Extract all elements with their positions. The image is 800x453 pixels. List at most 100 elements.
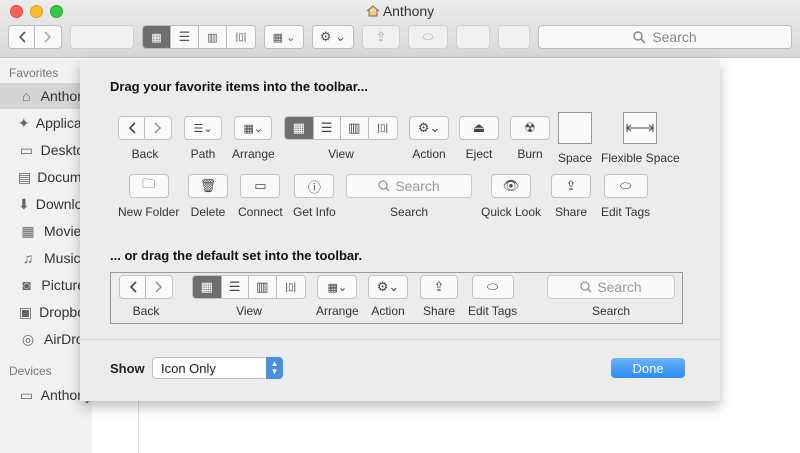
action-button[interactable]: ⚙ ⌄ [312,25,354,49]
sidebar-item-anthony[interactable]: ⌂ Anthony [0,83,92,109]
palette-space[interactable]: Space [558,112,592,165]
icon-view-button[interactable]: ▦ [143,26,171,48]
palette-burn[interactable]: ☢ Burn [510,116,550,161]
palette-action[interactable]: ⚙⌄ Action [409,116,449,161]
window-title: Anthony [0,3,800,19]
arrange-icon: ▦⌄ [234,116,273,140]
sidebar-item-pictures[interactable]: ◙ Pictures [0,272,92,298]
search-icon [633,30,646,44]
sidebar: Favorites ⌂Anthony ✦Applications ▭Deskto… [0,59,92,453]
film-icon: ▦ [21,222,35,239]
customize-toolbar-sheet: Drag your favorite items into the toolba… [80,59,720,401]
search-icon [580,281,592,293]
palette-path[interactable]: ☰⌄ Path [184,116,222,161]
edit-tags-button[interactable]: ⬭ [408,25,448,49]
back-forward-control[interactable] [8,25,62,49]
list-icon: ☰ [222,276,250,298]
share-icon: ⇪ [375,29,387,44]
palette-get-info[interactable]: ⓘ Get Info [293,174,336,219]
chevron-left-icon [119,117,146,139]
sidebar-item-movies[interactable]: ▦ Movies [0,218,92,244]
share-icon: ⇪ [551,174,591,198]
eject-icon: ⏏ [459,116,499,140]
view-segmented-control[interactable]: ▦ ☰ ▥ |▯| [142,25,256,49]
gear-icon: ⚙⌄ [409,116,449,140]
default-action: ⚙⌄ Action [368,275,408,318]
default-toolbar-set[interactable]: Back ▦ ☰ ▥ |▯| View ▦⌄ Arrange ⚙⌄ Action… [110,272,683,324]
palette-flexible-space[interactable]: Flexible Space [601,112,680,165]
chevron-up-down-icon: ▲ ▼ [266,357,283,379]
done-button[interactable]: Done [611,358,685,378]
palette-view[interactable]: ▦ ☰ ▥ |▯| View [284,116,398,161]
arrange-button[interactable]: ▦ ⌄ [264,25,304,49]
favorites-header: Favorites [9,66,59,80]
forward-button[interactable] [35,26,61,48]
sidebar-item-dropbox[interactable]: ▣ Dropbox [0,299,92,325]
sidebar-item-applications[interactable]: ✦Applications [0,110,92,136]
coverflow-view-button[interactable]: |▯| [227,26,255,48]
burn-icon: ☢ [510,116,550,140]
home-icon: ⌂ [22,88,31,104]
grid-icon: ▦ [193,276,222,298]
show-select[interactable]: Icon Only ▲ ▼ [152,357,283,379]
gear-icon: ⚙ ⌄ [319,29,347,44]
devices-header: Devices [9,364,52,378]
laptop-icon: ▭ [19,386,33,403]
share-icon: ⇪ [420,275,458,299]
list-view-button[interactable]: ☰ [171,26,199,48]
show-label: Show [110,361,145,376]
coverflow-icon: |▯| [377,122,389,134]
default-edit-tags: ⬭ Edit Tags [468,275,517,318]
palette-arrange[interactable]: ▦⌄ Arrange [232,116,275,161]
new-folder-icon: 🗀 [128,174,169,198]
sidebar-item-downloads[interactable]: ⬇Downloads [0,191,92,217]
download-icon: ⬇ [18,195,30,212]
palette-share[interactable]: ⇪ Share [551,174,591,219]
sidebar-item-airdrop[interactable]: ◎ AirDrop [0,326,92,352]
arrange-icon: ▦⌄ [317,275,358,299]
eye-icon: 👁 [491,174,532,198]
tag-icon: ⬭ [422,29,434,44]
toolbar-placeholder-3 [498,25,530,49]
column-view-button[interactable]: ▥ [199,26,227,48]
sidebar-item-device-anthony[interactable]: ▭ Anthony [0,382,92,408]
coverflow-icon: |▯| [235,31,247,43]
sidebar-item-documents[interactable]: ▤Documents [0,164,92,190]
columns-icon: ▥ [249,276,277,298]
palette-search[interactable]: Search Search [346,174,472,219]
desktop-icon: ▭ [19,141,33,158]
music-icon: ♫ [22,250,34,266]
applications-icon: ✦ [18,114,30,131]
palette-heading: Drag your favorite items into the toolba… [110,79,368,94]
gear-icon: ⚙⌄ [368,275,408,299]
sidebar-item-desktop[interactable]: ▭ Desktop [0,137,92,163]
search-icon [378,180,390,192]
palette-new-folder[interactable]: 🗀 New Folder [118,174,179,219]
flexible-space-icon [623,112,658,144]
chevron-right-icon [145,117,171,139]
palette-eject[interactable]: ⏏ Eject [459,116,499,161]
default-arrange: ▦⌄ Arrange [316,275,359,318]
coverflow-icon: |▯| [285,281,297,293]
palette-back[interactable]: Back [118,116,172,161]
back-button[interactable] [9,26,35,48]
default-set-heading: ... or drag the default set into the too… [110,248,363,263]
columns-icon: ▥ [341,117,369,139]
share-button[interactable]: ⇪ [362,25,400,49]
toolbar-placeholder-2 [456,25,490,49]
palette-delete[interactable]: 🗑 Delete [188,174,228,219]
grid-icon: ▦ [151,31,162,44]
palette-quick-look[interactable]: 👁 Quick Look [481,174,541,219]
default-search: Search Search [547,275,675,318]
sidebar-item-music[interactable]: ♫ Music [0,245,92,271]
palette-edit-tags[interactable]: ⬭ Edit Tags [601,174,650,219]
list-icon: ☰ [178,29,191,44]
search-field[interactable]: Search [538,25,792,49]
path-icon: ☰⌄ [184,116,222,140]
columns-icon: ▥ [207,31,218,44]
finder-window: Anthony ▦ ☰ ▥ |▯| ▦ ⌄ ⚙ ⌄ ⇪ ⬭ Search Fav… [0,0,800,453]
title-bar: Anthony ▦ ☰ ▥ |▯| ▦ ⌄ ⚙ ⌄ ⇪ ⬭ Search [0,0,800,58]
arrange-icon: ▦ ⌄ [272,31,296,44]
list-icon: ☰ [314,117,342,139]
palette-connect[interactable]: ▭ Connect [238,174,283,219]
